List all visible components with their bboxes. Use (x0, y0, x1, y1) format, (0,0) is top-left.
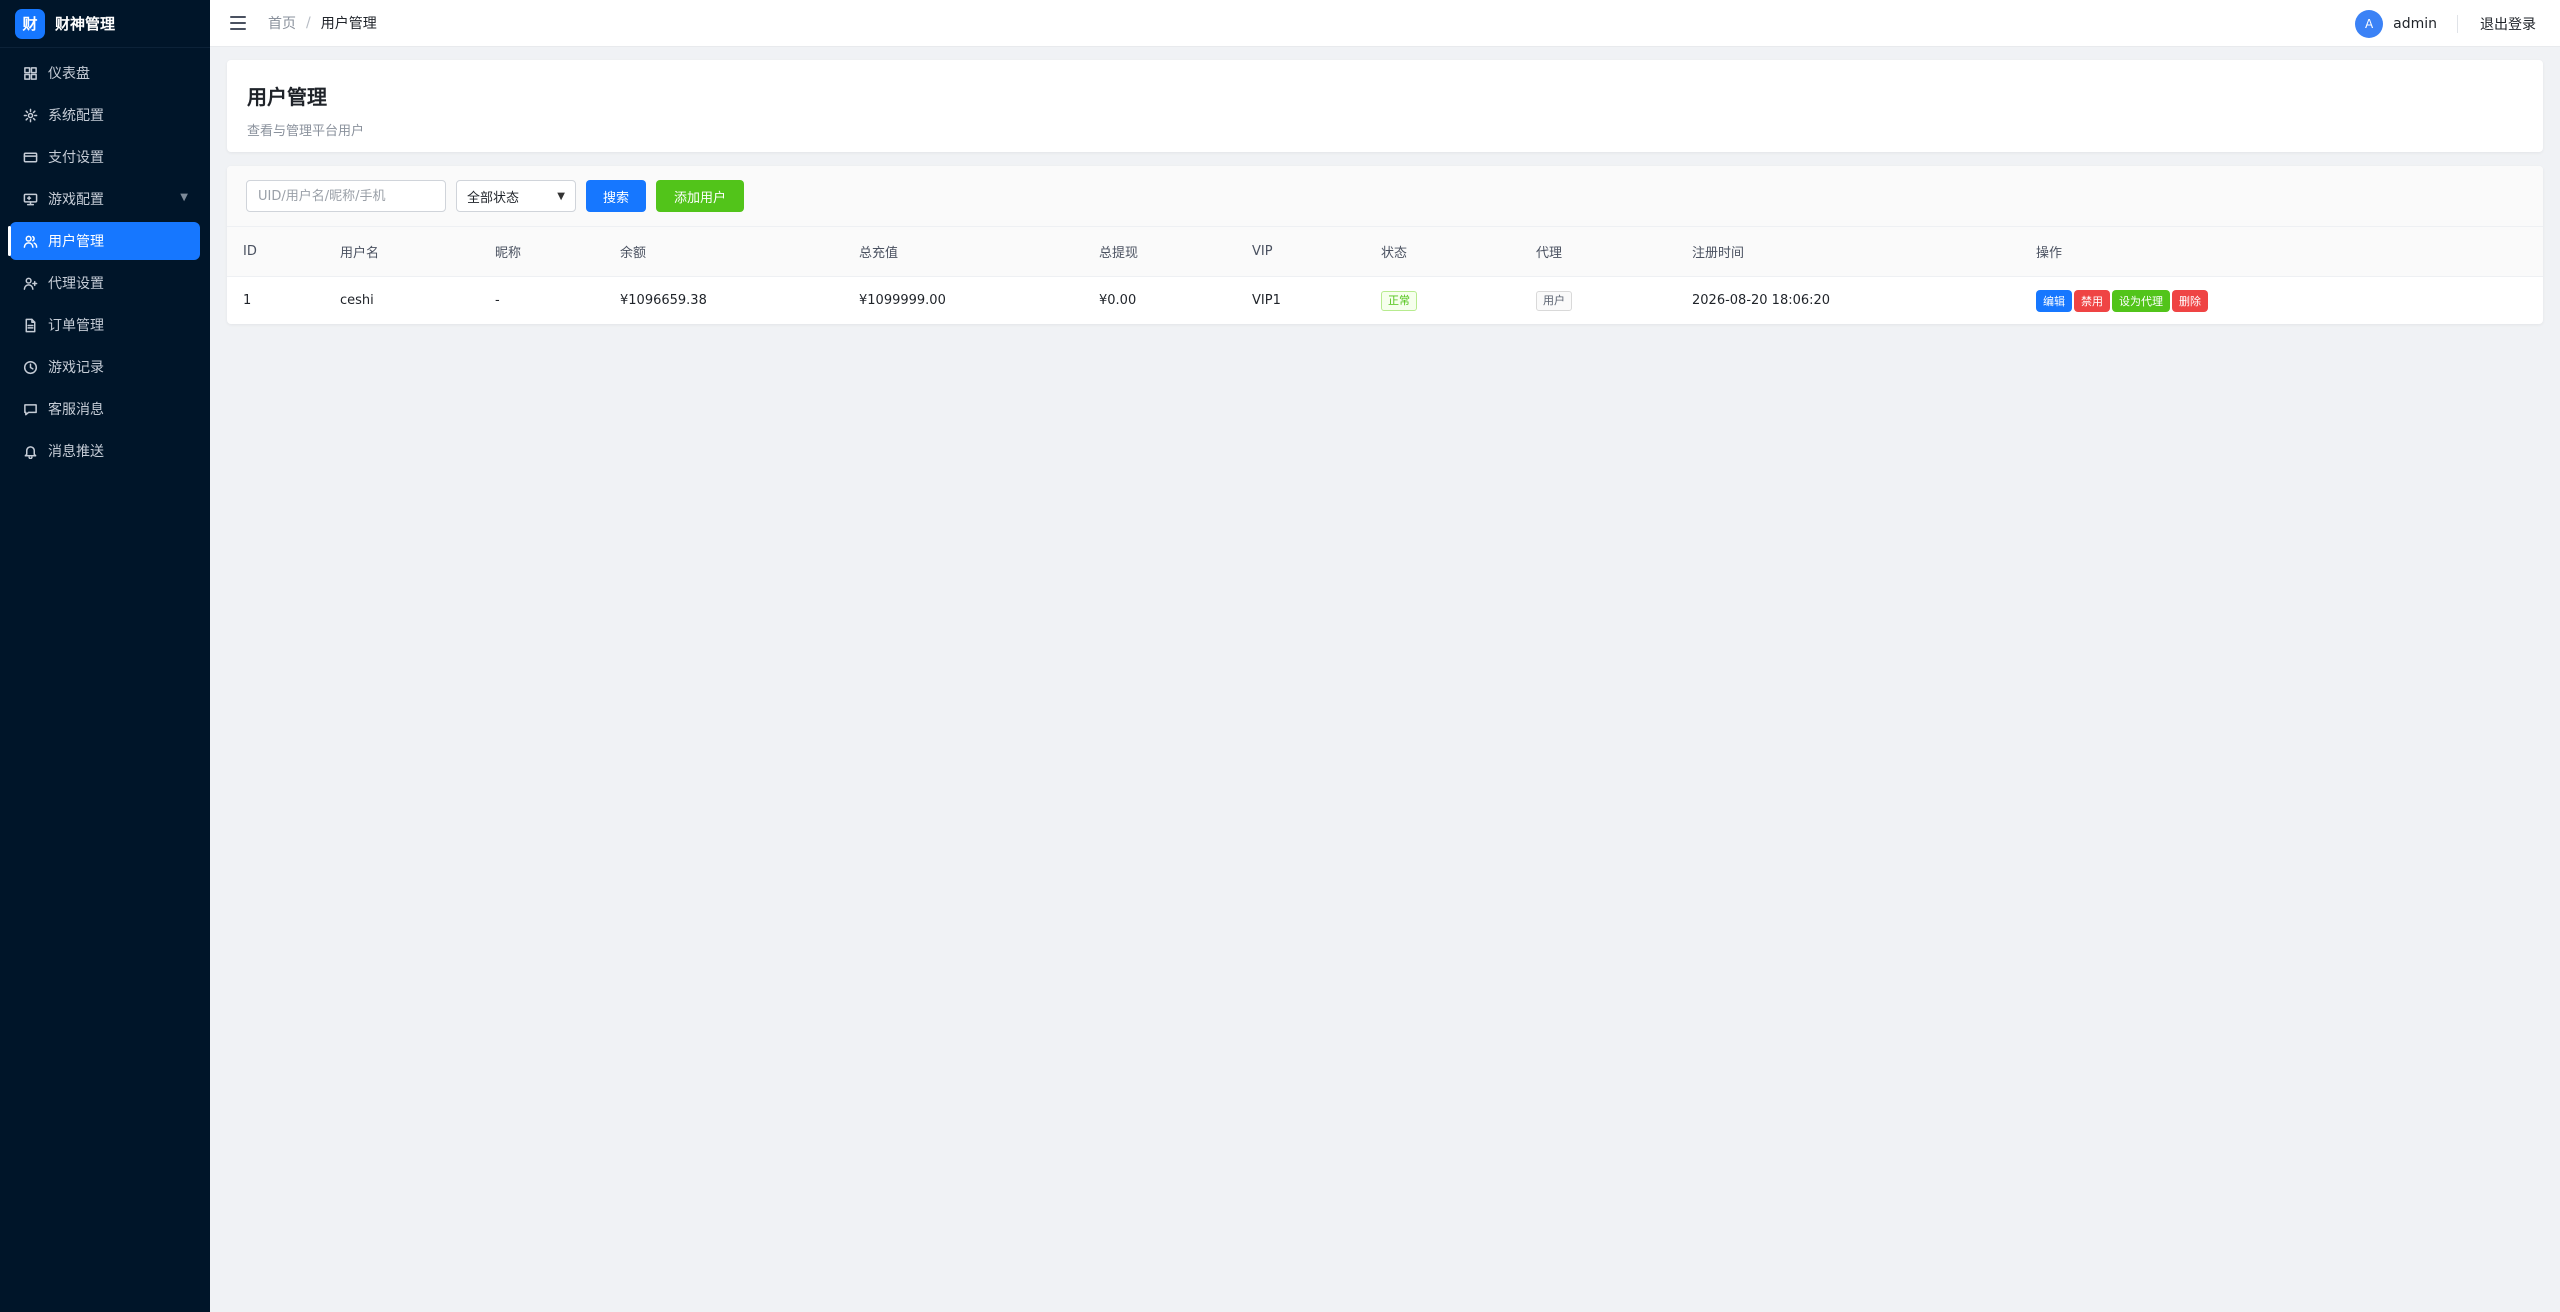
agent-badge: 用户 (1536, 290, 1572, 311)
sidebar-item-label: 代理设置 (48, 276, 104, 292)
status-select-value: 全部状态 (467, 190, 520, 206)
sidebar-item-payment-settings[interactable]: 支付设置 (10, 138, 200, 176)
filter-toolbar: 全部状态 ▼ 搜索 添加用户 (227, 166, 2543, 226)
page-header-card: 用户管理 查看与管理平台用户 (227, 60, 2543, 152)
cell-actions: 编辑 禁用 设为代理 删除 (2020, 277, 2543, 325)
table-row: 1 ceshi - ¥1096659.38 ¥1099999.00 ¥0.00 … (227, 277, 2543, 325)
column-header-vip: VIP (1252, 244, 1273, 259)
status-badge: 正常 (1381, 290, 1417, 311)
chevron-down-icon: ▼ (557, 190, 565, 202)
sidebar-item-support-messages[interactable]: 客服消息 (10, 390, 200, 428)
sidebar-item-user-management[interactable]: 用户管理 (8, 222, 200, 260)
sidebar-menu: 仪表盘 系统配置 支付设置 游戏配置 ▼ 用户管理 代理设置 订单管理 游戏记录… (0, 48, 210, 470)
bell-icon (22, 443, 38, 459)
page-title: 用户管理 (247, 85, 327, 109)
dashboard-icon (22, 65, 38, 81)
clock-icon (22, 359, 38, 375)
cell-vip: VIP1 (1252, 293, 1281, 309)
sidebar-item-label: 消息推送 (48, 444, 104, 460)
add-user-button[interactable]: 添加用户 (656, 180, 744, 212)
table-header-row: ID 用户名 昵称 余额 总充值 总提现 VIP 状态 代理 注册时间 操作 (227, 226, 2543, 277)
column-header-actions: 操作 (2036, 246, 2063, 261)
sidebar-item-label: 系统配置 (48, 108, 104, 124)
cell-id: 1 (243, 293, 252, 309)
sidebar-item-label: 订单管理 (48, 318, 104, 334)
cell-agent: 用户 (1520, 277, 1676, 325)
gear-icon (22, 107, 38, 123)
column-header-agent: 代理 (1536, 246, 1563, 261)
avatar[interactable]: A (2355, 9, 2384, 38)
document-icon (22, 317, 38, 333)
credit-card-icon (22, 149, 38, 165)
top-header: 首页 / 用户管理 A admin 退出登录 (210, 0, 2560, 47)
edit-button[interactable]: 编辑 (2036, 289, 2072, 312)
menu-toggle-icon[interactable] (230, 16, 246, 30)
breadcrumb-separator: / (306, 15, 311, 31)
cell-total-recharge: ¥1099999.00 (859, 293, 946, 309)
sidebar-item-label: 游戏记录 (48, 360, 104, 376)
cell-status: 正常 (1365, 277, 1520, 325)
logout-button[interactable]: 退出登录 (2480, 14, 2536, 34)
brand[interactable]: 财 财神管理 (0, 0, 210, 48)
breadcrumb: 首页 / 用户管理 (268, 13, 377, 33)
header-user-area: A admin 退出登录 (2355, 0, 2536, 47)
sidebar-item-label: 支付设置 (48, 150, 104, 166)
page-subtitle: 查看与管理平台用户 (247, 124, 365, 139)
column-header-id: ID (243, 244, 257, 259)
breadcrumb-current: 用户管理 (320, 16, 377, 32)
disable-button[interactable]: 禁用 (2074, 289, 2110, 312)
sidebar-item-push-messages[interactable]: 消息推送 (10, 432, 200, 470)
username[interactable]: admin (2393, 16, 2437, 32)
set-agent-button[interactable]: 设为代理 (2112, 289, 2170, 312)
cell-balance: ¥1096659.38 (620, 293, 707, 309)
sidebar-item-game-config[interactable]: 游戏配置 ▼ (10, 180, 200, 218)
user-plus-icon (22, 275, 38, 291)
sidebar: 财 财神管理 仪表盘 系统配置 支付设置 游戏配置 ▼ 用户管理 代理设置 订单… (0, 0, 210, 1312)
cell-total-withdraw: ¥0.00 (1099, 293, 1137, 309)
chat-icon (22, 401, 38, 417)
brand-logo: 财 (15, 8, 45, 39)
sidebar-item-dashboard[interactable]: 仪表盘 (10, 54, 200, 92)
breadcrumb-home[interactable]: 首页 (268, 13, 296, 33)
column-header-total-withdraw: 总提现 (1099, 246, 1139, 261)
sidebar-item-label: 用户管理 (48, 234, 104, 250)
sidebar-item-agent-settings[interactable]: 代理设置 (10, 264, 200, 302)
users-icon (22, 233, 38, 249)
column-header-balance: 余额 (620, 246, 647, 261)
chevron-down-icon: ▼ (180, 192, 188, 203)
search-input[interactable] (246, 180, 446, 212)
user-table-card: 全部状态 ▼ 搜索 添加用户 ID 用户名 昵称 余额 总充值 总提现 VIP … (227, 166, 2543, 324)
sidebar-item-label: 游戏配置 (48, 192, 104, 208)
cell-username: ceshi (340, 293, 374, 309)
header-divider (2457, 14, 2458, 33)
sidebar-item-label: 仪表盘 (48, 66, 90, 82)
user-table: ID 用户名 昵称 余额 总充值 总提现 VIP 状态 代理 注册时间 操作 1… (227, 226, 2543, 324)
brand-name: 财神管理 (55, 15, 116, 33)
sidebar-item-game-records[interactable]: 游戏记录 (10, 348, 200, 386)
status-select[interactable]: 全部状态 ▼ (456, 180, 576, 212)
column-header-registered: 注册时间 (1692, 246, 1745, 261)
cell-nickname: - (495, 293, 500, 309)
sidebar-item-system-config[interactable]: 系统配置 (10, 96, 200, 134)
column-header-username: 用户名 (340, 246, 380, 261)
cell-registered: 2026-08-20 18:06:20 (1692, 293, 1831, 309)
gamepad-icon (22, 191, 38, 207)
delete-button[interactable]: 删除 (2172, 289, 2208, 312)
column-header-status: 状态 (1381, 246, 1408, 261)
search-button[interactable]: 搜索 (586, 180, 646, 212)
sidebar-item-order-management[interactable]: 订单管理 (10, 306, 200, 344)
column-header-nickname: 昵称 (495, 246, 522, 261)
column-header-total-recharge: 总充值 (859, 246, 899, 261)
sidebar-item-label: 客服消息 (48, 402, 104, 418)
